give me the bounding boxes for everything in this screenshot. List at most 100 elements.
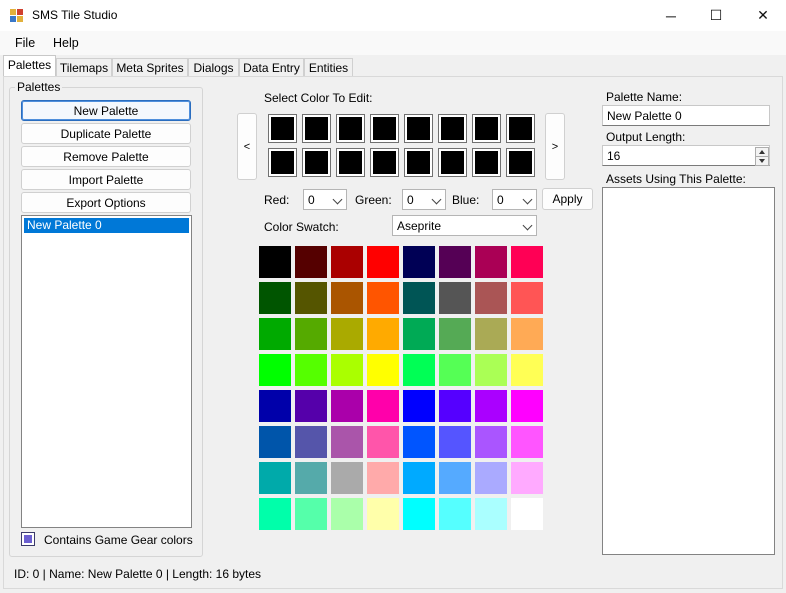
swatch-color-cell[interactable] xyxy=(403,282,435,314)
menu-help[interactable]: Help xyxy=(53,36,79,50)
apply-button[interactable]: Apply xyxy=(542,188,593,210)
palette-color-cell[interactable] xyxy=(370,114,399,143)
swatch-color-cell[interactable] xyxy=(295,426,327,458)
swatch-color-cell[interactable] xyxy=(367,498,399,530)
swatch-color-cell[interactable] xyxy=(331,318,363,350)
swatch-color-cell[interactable] xyxy=(511,318,543,350)
palette-color-cell[interactable] xyxy=(336,148,365,177)
blue-select[interactable]: 0 xyxy=(492,189,537,210)
swatch-color-cell[interactable] xyxy=(439,246,471,278)
red-select[interactable]: 0 xyxy=(303,189,347,210)
swatch-color-cell[interactable] xyxy=(439,498,471,530)
palette-color-cell[interactable] xyxy=(268,148,297,177)
swatch-color-cell[interactable] xyxy=(259,318,291,350)
palette-list[interactable]: New Palette 0 xyxy=(21,215,192,528)
palette-color-cell[interactable] xyxy=(302,148,331,177)
color-swatch-select[interactable]: Aseprite xyxy=(392,215,537,236)
swatch-color-cell[interactable] xyxy=(331,498,363,530)
maximize-button[interactable]: ☐ xyxy=(693,0,739,31)
palette-name-input[interactable]: New Palette 0 xyxy=(602,105,770,126)
import-palette-button[interactable]: Import Palette xyxy=(21,169,191,190)
tab-tilemaps[interactable]: Tilemaps xyxy=(56,58,112,77)
palette-color-cell[interactable] xyxy=(506,114,535,143)
swatch-color-cell[interactable] xyxy=(295,282,327,314)
swatch-color-cell[interactable] xyxy=(475,462,507,494)
swatch-color-cell[interactable] xyxy=(403,246,435,278)
prev-colors-button[interactable]: < xyxy=(237,113,257,180)
tab-entities[interactable]: Entities xyxy=(304,58,353,77)
swatch-color-cell[interactable] xyxy=(511,390,543,422)
swatch-color-cell[interactable] xyxy=(511,354,543,386)
swatch-color-cell[interactable] xyxy=(475,282,507,314)
swatch-color-cell[interactable] xyxy=(403,498,435,530)
swatch-color-cell[interactable] xyxy=(511,282,543,314)
swatch-color-cell[interactable] xyxy=(331,462,363,494)
list-item[interactable]: New Palette 0 xyxy=(24,218,189,233)
remove-palette-button[interactable]: Remove Palette xyxy=(21,146,191,167)
swatch-color-cell[interactable] xyxy=(259,462,291,494)
palette-color-cell[interactable] xyxy=(472,148,501,177)
swatch-color-cell[interactable] xyxy=(475,318,507,350)
swatch-color-cell[interactable] xyxy=(475,246,507,278)
swatch-color-cell[interactable] xyxy=(295,246,327,278)
minimize-button[interactable]: ─ xyxy=(648,0,694,31)
palette-color-cell[interactable] xyxy=(438,148,467,177)
swatch-color-cell[interactable] xyxy=(331,282,363,314)
swatch-color-cell[interactable] xyxy=(295,390,327,422)
palette-color-cell[interactable] xyxy=(472,114,501,143)
tab-meta-sprites[interactable]: Meta Sprites xyxy=(112,58,188,77)
swatch-color-cell[interactable] xyxy=(331,246,363,278)
swatch-color-cell[interactable] xyxy=(403,462,435,494)
swatch-color-cell[interactable] xyxy=(295,498,327,530)
swatch-color-cell[interactable] xyxy=(439,426,471,458)
swatch-color-cell[interactable] xyxy=(403,318,435,350)
tab-data-entry[interactable]: Data Entry xyxy=(239,58,304,77)
swatch-color-cell[interactable] xyxy=(367,462,399,494)
swatch-color-cell[interactable] xyxy=(259,354,291,386)
swatch-color-cell[interactable] xyxy=(367,390,399,422)
swatch-color-cell[interactable] xyxy=(511,498,543,530)
palette-color-cell[interactable] xyxy=(506,148,535,177)
swatch-color-cell[interactable] xyxy=(475,498,507,530)
tab-dialogs[interactable]: Dialogs xyxy=(188,58,239,77)
swatch-color-cell[interactable] xyxy=(331,390,363,422)
palette-color-cell[interactable] xyxy=(336,114,365,143)
export-options-button[interactable]: Export Options xyxy=(21,192,191,213)
palette-color-cell[interactable] xyxy=(268,114,297,143)
swatch-color-cell[interactable] xyxy=(295,462,327,494)
swatch-color-cell[interactable] xyxy=(259,426,291,458)
next-colors-button[interactable]: > xyxy=(545,113,565,180)
swatch-color-cell[interactable] xyxy=(331,426,363,458)
tab-palettes[interactable]: Palettes xyxy=(3,55,56,77)
new-palette-button[interactable]: New Palette xyxy=(21,100,191,121)
swatch-color-cell[interactable] xyxy=(367,318,399,350)
swatch-color-cell[interactable] xyxy=(367,354,399,386)
swatch-color-cell[interactable] xyxy=(295,318,327,350)
swatch-color-cell[interactable] xyxy=(403,354,435,386)
swatch-color-cell[interactable] xyxy=(403,390,435,422)
swatch-color-cell[interactable] xyxy=(295,354,327,386)
swatch-color-cell[interactable] xyxy=(511,426,543,458)
palette-color-cell[interactable] xyxy=(370,148,399,177)
swatch-color-cell[interactable] xyxy=(475,426,507,458)
duplicate-palette-button[interactable]: Duplicate Palette xyxy=(21,123,191,144)
swatch-color-cell[interactable] xyxy=(367,426,399,458)
menu-file[interactable]: File xyxy=(15,36,35,50)
swatch-color-cell[interactable] xyxy=(403,426,435,458)
swatch-color-cell[interactable] xyxy=(439,354,471,386)
palette-color-cell[interactable] xyxy=(302,114,331,143)
swatch-color-cell[interactable] xyxy=(367,282,399,314)
swatch-color-cell[interactable] xyxy=(511,462,543,494)
swatch-color-cell[interactable] xyxy=(475,354,507,386)
swatch-color-cell[interactable] xyxy=(259,498,291,530)
swatch-color-cell[interactable] xyxy=(439,462,471,494)
swatch-color-cell[interactable] xyxy=(439,282,471,314)
swatch-color-cell[interactable] xyxy=(475,390,507,422)
output-length-stepper[interactable]: 16 xyxy=(602,145,770,166)
green-select[interactable]: 0 xyxy=(402,189,446,210)
palette-color-cell[interactable] xyxy=(404,148,433,177)
swatch-color-cell[interactable] xyxy=(259,282,291,314)
swatch-color-cell[interactable] xyxy=(439,318,471,350)
palette-color-cell[interactable] xyxy=(438,114,467,143)
close-button[interactable]: ✕ xyxy=(740,0,786,31)
